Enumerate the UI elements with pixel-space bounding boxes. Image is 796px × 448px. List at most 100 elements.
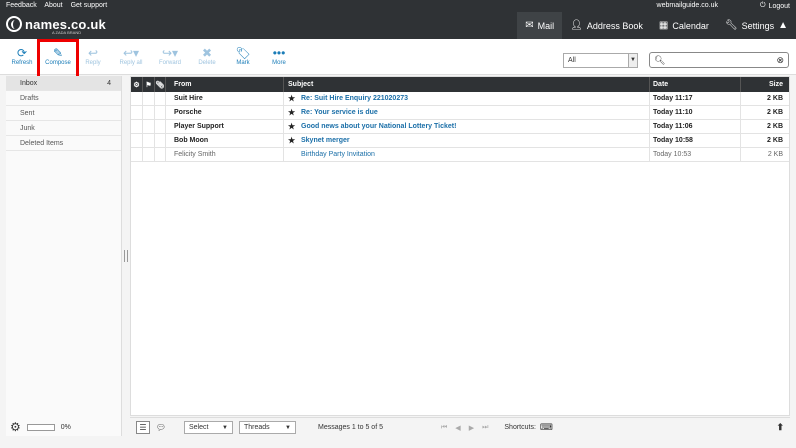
- row-flag-cell[interactable]: [143, 92, 155, 105]
- scroll-top-icon[interactable]: ⬆: [776, 422, 784, 433]
- list-menu-button[interactable]: ☰: [136, 421, 150, 434]
- row-attachment-cell: [155, 148, 166, 161]
- pane-splitter[interactable]: [124, 250, 128, 262]
- last-page-icon[interactable]: ⏭: [482, 424, 488, 432]
- message-list-header: ⚙ ⚑ 📎︎ From Subject Date Size: [131, 77, 789, 92]
- message-row[interactable]: Player Support ★ Good news about your Nati…: [131, 120, 789, 134]
- nav-calendar[interactable]: ▦ Calendar: [651, 12, 717, 39]
- forward-label: Forward: [158, 60, 181, 66]
- wrench-icon: 🔧︎: [724, 20, 738, 31]
- delete-label: Delete: [198, 60, 216, 66]
- previous-page-icon[interactable]: ◀: [455, 424, 460, 432]
- logout-button[interactable]: ⏻ Logout: [760, 2, 790, 10]
- row-flag-cell[interactable]: [143, 120, 155, 133]
- threads-dropdown[interactable]: Threads ▼: [239, 421, 296, 434]
- more-button[interactable]: ••• More: [262, 46, 296, 66]
- row-options-cell: [131, 120, 143, 133]
- row-attachment-cell: [155, 120, 166, 133]
- row-flag-cell[interactable]: [143, 148, 155, 161]
- row-attachment-cell: [155, 134, 166, 147]
- refresh-icon: ⟳: [16, 46, 28, 60]
- delete-button[interactable]: ✖ Delete: [190, 46, 224, 66]
- message-row[interactable]: Porsche ★ Re: Your service is due Today 11:…: [131, 106, 789, 120]
- forward-icon: ↪▾: [161, 46, 179, 60]
- folder-inbox[interactable]: Inbox 4: [6, 76, 121, 91]
- message-row[interactable]: Bob Moon ★ Skynet merger Today 10:58 2 KB: [131, 134, 789, 148]
- message-subject[interactable]: Re: Suit Hire Enquiry 221020273: [301, 95, 408, 102]
- quota-bar: [26, 423, 55, 431]
- reply-all-icon: ↩▾: [122, 46, 140, 60]
- message-row[interactable]: Felicity Smith Birthday Party Invitation T…: [131, 148, 789, 162]
- folder-drafts[interactable]: Drafts: [6, 91, 121, 106]
- filter-select[interactable]: All ▼: [563, 53, 638, 68]
- clear-search-icon[interactable]: ⊗: [776, 55, 784, 66]
- message-subject[interactable]: Re: Your service is due: [301, 109, 378, 116]
- from-column-header[interactable]: From: [166, 77, 284, 92]
- message-subject-cell[interactable]: Birthday Party Invitation: [284, 148, 650, 161]
- nav-address-book[interactable]: 👤︎ Address Book: [562, 12, 651, 39]
- folder-sent[interactable]: Sent: [6, 106, 121, 121]
- unread-star-icon[interactable]: ★: [288, 94, 296, 103]
- flag-column-icon[interactable]: ⚑: [143, 77, 155, 92]
- attachment-column-icon[interactable]: 📎︎: [155, 77, 166, 92]
- select-dropdown[interactable]: Select ▼: [184, 421, 233, 434]
- message-subject-cell[interactable]: ★ Good news about your National Lottery T…: [284, 120, 650, 133]
- first-page-icon[interactable]: ⏮: [441, 424, 447, 432]
- nav-mail[interactable]: ✉ Mail: [517, 12, 563, 39]
- message-size: 2 KB: [767, 137, 783, 144]
- logo[interactable]: names.co.uk A ZADA BRAND: [6, 15, 106, 35]
- message-subject[interactable]: Birthday Party Invitation: [301, 151, 375, 158]
- keyboard-icon[interactable]: ⌨: [540, 422, 553, 433]
- search-input[interactable]: 🔍︎ ⊗: [649, 52, 789, 68]
- next-page-icon[interactable]: ▶: [469, 424, 474, 432]
- reply-all-button[interactable]: ↩▾ Reply all: [114, 46, 148, 66]
- message-from: Porsche: [166, 106, 284, 119]
- unread-star-icon[interactable]: ★: [288, 122, 296, 131]
- message-subject[interactable]: Good news about your National Lottery Ti…: [301, 123, 456, 130]
- date-column-header[interactable]: Date: [650, 77, 741, 92]
- list-footer: ☰ 💬︎ Select ▼ Threads ▼ Messages 1 to 5 …: [130, 417, 790, 437]
- top-links: Feedback About Get support: [6, 2, 113, 9]
- row-flag-cell[interactable]: [143, 134, 155, 147]
- message-subject[interactable]: Skynet merger: [301, 137, 350, 144]
- filter-selected-value: All: [568, 57, 576, 64]
- refresh-button[interactable]: ⟳ Refresh: [5, 46, 39, 66]
- row-options-cell: [131, 134, 143, 147]
- message-date: Today 10:58: [650, 134, 741, 147]
- threads-toggle-button[interactable]: 💬︎: [154, 421, 168, 434]
- unread-star-icon[interactable]: ★: [288, 136, 296, 145]
- gear-icon[interactable]: ⚙: [10, 420, 21, 434]
- message-subject-cell[interactable]: ★ Skynet merger: [284, 134, 650, 147]
- speech-bubble-icon: 💬︎: [155, 423, 167, 432]
- folder-label: Inbox: [20, 80, 38, 87]
- about-link[interactable]: About: [44, 2, 62, 9]
- get-support-link[interactable]: Get support: [71, 2, 108, 9]
- mark-button[interactable]: 🏷︎ Mark: [226, 46, 260, 66]
- logo-mark-icon: [6, 16, 22, 32]
- calendar-icon: ▦: [658, 20, 669, 31]
- nav-settings[interactable]: 🔧︎ Settings ▲: [717, 12, 796, 39]
- unread-count: 4: [107, 80, 111, 87]
- message-row[interactable]: Suit Hire ★ Re: Suit Hire Enquiry 22102027…: [131, 92, 789, 106]
- unread-star-icon[interactable]: ★: [288, 108, 296, 117]
- nav-settings-label: Settings: [741, 20, 775, 31]
- feedback-link[interactable]: Feedback: [6, 2, 37, 9]
- row-flag-cell[interactable]: [143, 106, 155, 119]
- folder-junk[interactable]: Junk: [6, 121, 121, 136]
- folder-deleted-items[interactable]: Deleted Items: [6, 136, 121, 151]
- envelope-icon: ✉: [525, 20, 534, 31]
- subject-column-header[interactable]: Subject: [284, 77, 650, 92]
- message-subject-cell[interactable]: ★ Re: Your service is due: [284, 106, 650, 119]
- message-subject-cell[interactable]: ★ Re: Suit Hire Enquiry 221020273: [284, 92, 650, 105]
- reply-button[interactable]: ↩ Reply: [76, 46, 110, 66]
- tag-icon: 🏷︎: [235, 46, 251, 60]
- message-from: Player Support: [166, 120, 284, 133]
- nav-calendar-label: Calendar: [672, 20, 709, 31]
- message-from: Felicity Smith: [166, 148, 284, 161]
- forward-button[interactable]: ↪▾ Forward: [153, 46, 187, 66]
- size-column-header[interactable]: Size: [741, 81, 789, 88]
- list-options-icon[interactable]: ⚙: [131, 77, 143, 92]
- folder-label: Deleted Items: [20, 140, 64, 147]
- logout-label: Logout: [768, 2, 790, 10]
- delete-icon: ✖: [201, 46, 213, 60]
